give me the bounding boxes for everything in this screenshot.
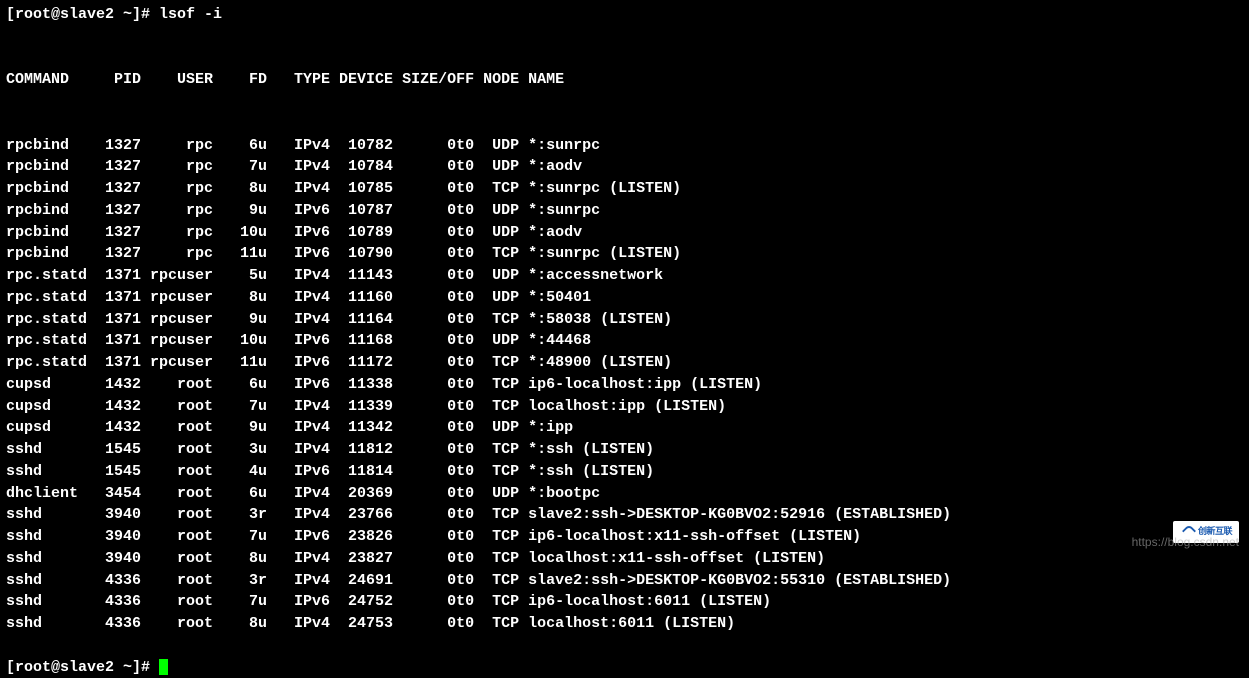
shell-prompt: [root@slave2 ~]# <box>6 659 159 676</box>
table-header-row: COMMAND PID USER FD TYPE DEVICE SIZE/OFF… <box>6 69 1243 91</box>
table-row: rpcbind 1327 rpc 7u IPv4 10784 0t0 UDP *… <box>6 156 1243 178</box>
table-row: rpc.statd 1371 rpcuser 9u IPv4 11164 0t0… <box>6 309 1243 331</box>
table-row: rpc.statd 1371 rpcuser 10u IPv6 11168 0t… <box>6 330 1243 352</box>
table-row: rpc.statd 1371 rpcuser 8u IPv4 11160 0t0… <box>6 287 1243 309</box>
table-row: sshd 3940 root 7u IPv6 23826 0t0 TCP ip6… <box>6 526 1243 548</box>
prompt-line: [root@slave2 ~]# lsof -i <box>6 4 1243 26</box>
shell-prompt: [root@slave2 ~]# <box>6 6 159 23</box>
table-row: cupsd 1432 root 7u IPv4 11339 0t0 TCP lo… <box>6 396 1243 418</box>
table-row: rpcbind 1327 rpc 9u IPv6 10787 0t0 UDP *… <box>6 200 1243 222</box>
table-row: sshd 1545 root 3u IPv4 11812 0t0 TCP *:s… <box>6 439 1243 461</box>
table-row: dhclient 3454 root 6u IPv4 20369 0t0 UDP… <box>6 483 1243 505</box>
table-row: rpcbind 1327 rpc 8u IPv4 10785 0t0 TCP *… <box>6 178 1243 200</box>
table-row: rpcbind 1327 rpc 11u IPv6 10790 0t0 TCP … <box>6 243 1243 265</box>
table-row: rpc.statd 1371 rpcuser 5u IPv4 11143 0t0… <box>6 265 1243 287</box>
table-row: rpcbind 1327 rpc 6u IPv4 10782 0t0 UDP *… <box>6 135 1243 157</box>
table-row: rpcbind 1327 rpc 10u IPv6 10789 0t0 UDP … <box>6 222 1243 244</box>
table-row: sshd 4336 root 7u IPv6 24752 0t0 TCP ip6… <box>6 591 1243 613</box>
table-row: sshd 1545 root 4u IPv6 11814 0t0 TCP *:s… <box>6 461 1243 483</box>
prompt-line-2[interactable]: [root@slave2 ~]# <box>6 657 1243 678</box>
lsof-output-table: COMMAND PID USER FD TYPE DEVICE SIZE/OFF… <box>6 26 1243 657</box>
cursor <box>159 659 168 675</box>
table-row: cupsd 1432 root 9u IPv4 11342 0t0 UDP *:… <box>6 417 1243 439</box>
table-row: sshd 3940 root 8u IPv4 23827 0t0 TCP loc… <box>6 548 1243 570</box>
watermark-text: https://blog.csdn.net <box>1132 534 1239 551</box>
table-row: sshd 4336 root 3r IPv4 24691 0t0 TCP sla… <box>6 570 1243 592</box>
table-row: sshd 4336 root 8u IPv4 24753 0t0 TCP loc… <box>6 613 1243 635</box>
table-body: rpcbind 1327 rpc 6u IPv4 10782 0t0 UDP *… <box>6 135 1243 635</box>
table-row: cupsd 1432 root 6u IPv6 11338 0t0 TCP ip… <box>6 374 1243 396</box>
table-row: sshd 3940 root 3r IPv4 23766 0t0 TCP sla… <box>6 504 1243 526</box>
command-text: lsof -i <box>159 6 222 23</box>
table-row: rpc.statd 1371 rpcuser 11u IPv6 11172 0t… <box>6 352 1243 374</box>
